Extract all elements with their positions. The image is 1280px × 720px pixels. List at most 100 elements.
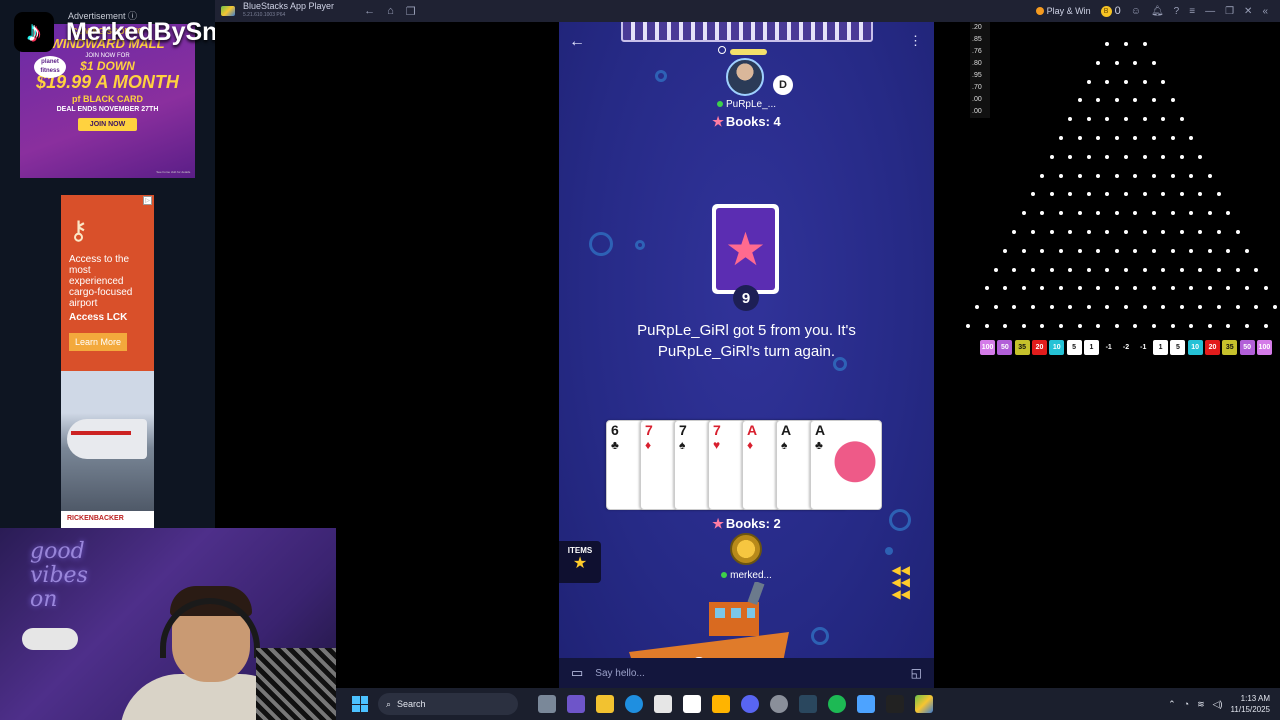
clock[interactable]: 1:13 AM 11/15/2025 — [1231, 693, 1270, 715]
plinko-bucket: 10 — [1187, 340, 1203, 355]
titlebar-right: Play & Win B 0 ☺ 🔔︎ ? ≡ — ❐ ✕ « — [1035, 5, 1280, 17]
plinko-peg — [1031, 230, 1035, 234]
starfish-icon: ★ — [712, 516, 724, 531]
turn-timer-bar — [730, 49, 767, 55]
plinko-peg — [1207, 211, 1212, 216]
plinko-peg — [993, 305, 998, 310]
tray-overflow-icon[interactable]: ⌃ — [1168, 699, 1176, 710]
plinko-bucket: -1 — [1135, 340, 1151, 355]
bluestacks-taskbar-icon[interactable] — [915, 695, 933, 713]
plinko-peg — [1151, 324, 1156, 328]
plinko-peg — [1068, 230, 1073, 234]
windows-start-icon[interactable] — [352, 696, 368, 712]
settings-icon[interactable] — [770, 695, 788, 713]
plinko-peg — [1031, 267, 1035, 272]
plinko-peg — [1226, 324, 1231, 328]
plinko-peg — [1086, 192, 1091, 197]
card-suit-icon: ♠ — [679, 438, 686, 452]
play-win-button[interactable]: Play & Win — [1035, 6, 1091, 16]
planet-fitness-logo: planet fitness — [34, 56, 66, 78]
plinko-peg — [1105, 230, 1110, 234]
plinko-peg — [1021, 211, 1026, 216]
task-view-icon[interactable] — [538, 695, 556, 713]
plinko-peg — [1161, 267, 1166, 272]
photos-icon[interactable] — [683, 695, 701, 713]
minimize-icon[interactable]: — — [1205, 6, 1215, 17]
profile-icon[interactable]: ☺ — [1131, 6, 1141, 17]
chat-input[interactable]: Say hello... — [595, 668, 910, 679]
zebra-pillow — [256, 648, 336, 720]
restore-icon[interactable]: ❐ — [1225, 6, 1234, 17]
plinko-peg — [1207, 286, 1212, 291]
plinko-peg — [1124, 267, 1128, 272]
airport-ad[interactable]: ▷ ⚷ Access to the most experienced cargo… — [61, 195, 154, 528]
opponent-name-row: PuRpLe_... — [559, 99, 934, 110]
plinko-bucket: 20 — [1205, 340, 1220, 355]
spotify-icon[interactable] — [828, 695, 846, 713]
play-win-label: Play & Win — [1046, 6, 1091, 16]
multi-instance-icon[interactable]: ❐ — [406, 5, 416, 18]
home-icon[interactable]: ⌂ — [387, 5, 394, 18]
plinko-peg — [1124, 305, 1128, 310]
discord-icon[interactable] — [741, 695, 759, 713]
opponent-avatar[interactable] — [726, 58, 764, 96]
multiplier-entry: .85 — [972, 36, 982, 43]
plinko-peg — [1021, 286, 1026, 291]
plinko-peg — [1226, 211, 1231, 216]
edge-icon[interactable] — [625, 695, 643, 713]
plinko-peg — [1142, 305, 1147, 310]
plinko-peg — [1077, 173, 1082, 178]
steam-icon[interactable] — [799, 695, 817, 713]
player-avatar[interactable] — [730, 533, 762, 565]
sidebar-toggle-icon[interactable]: « — [1262, 6, 1268, 17]
learn-more-button[interactable]: Learn More — [69, 333, 128, 351]
plinko-peg — [1189, 136, 1194, 140]
plinko-peg — [1049, 267, 1054, 272]
game-message: PuRpLe_GiRl got 5 from you. It's PuRpLe_… — [637, 322, 856, 360]
plinko-peg — [1161, 230, 1166, 234]
more-options-icon[interactable]: ⋮ — [909, 33, 922, 49]
draw-pile[interactable]: ★ — [712, 204, 779, 294]
menu-icon[interactable]: ≡ — [1189, 6, 1195, 17]
pf-join-button[interactable]: JOIN NOW — [77, 118, 138, 131]
help-icon[interactable]: ? — [1174, 6, 1180, 17]
close-icon[interactable]: ✕ — [1244, 6, 1252, 17]
plinko-peg — [1049, 305, 1054, 310]
hand-card[interactable]: A ♣ — [810, 420, 882, 510]
back-icon[interactable]: ← — [364, 5, 375, 18]
plinko-peg — [1114, 98, 1119, 103]
epic-games-icon[interactable] — [886, 695, 904, 713]
copilot-icon[interactable] — [712, 695, 730, 713]
volume-icon[interactable]: ◁) — [1213, 699, 1223, 710]
plinko-peg — [1077, 136, 1082, 140]
plinko-peg — [1142, 117, 1147, 122]
taskbar-search[interactable]: ⌕ Search — [378, 693, 518, 715]
store-icon[interactable] — [654, 695, 672, 713]
plinko-peg — [1151, 98, 1156, 103]
back-arrow-icon[interactable]: ← — [569, 33, 585, 51]
wifi-icon[interactable]: ≋ — [1197, 699, 1205, 710]
bubble — [589, 232, 613, 256]
network-icon[interactable]: ◔ — [1184, 699, 1189, 709]
coin-balance[interactable]: B 0 — [1100, 5, 1121, 17]
plinko-peg — [1086, 117, 1091, 122]
notification-icon[interactable]: 🔔︎ — [1151, 6, 1164, 17]
card-rank: 7 — [713, 422, 721, 438]
plinko-peg — [984, 324, 989, 328]
plinko-peg — [1040, 173, 1045, 178]
fish-school-icon: ◀◀ ◀◀ ◀◀ — [891, 563, 910, 601]
notepad-icon[interactable] — [857, 695, 875, 713]
file-explorer-icon[interactable] — [596, 695, 614, 713]
plinko-peg — [1040, 248, 1045, 253]
plinko-peg — [1077, 324, 1082, 328]
pf-line7: DEAL ENDS NOVEMBER 27TH — [56, 106, 159, 113]
card-suit-icon: ♦ — [645, 438, 652, 452]
plinko-peg — [1021, 248, 1026, 253]
starfish-card-back-icon: ★ — [716, 208, 775, 290]
sticker-icon[interactable]: ◱ — [911, 666, 922, 680]
ad-choices-icon[interactable]: ▷ — [143, 196, 152, 205]
multiplier-entry: .70 — [972, 84, 982, 91]
teams-icon[interactable] — [567, 695, 585, 713]
multiplier-entry: .80 — [972, 60, 982, 67]
plinko-peg — [1226, 286, 1231, 291]
